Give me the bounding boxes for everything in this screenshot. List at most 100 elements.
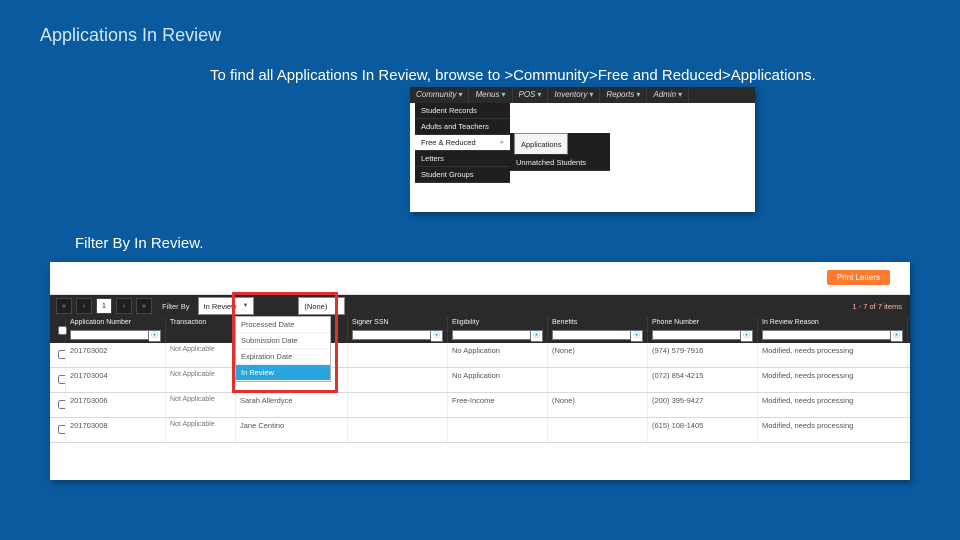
filter-by-dropdown: Processed Date Submission Date Expiratio… [235, 316, 331, 382]
filter-input[interactable] [762, 330, 891, 340]
table-row: 201703006Not ApplicableSarah Allerdyce Fr… [50, 393, 910, 418]
col-checkbox [50, 317, 66, 343]
fly-item-applications[interactable]: Applications [514, 133, 568, 155]
cell-reason: Modified, needs processing [758, 368, 908, 392]
item-count: 1 - 7 of 7 items [852, 302, 902, 311]
grid-screenshot: Print Letters « ‹ 1 › » Filter By In Rev… [50, 262, 910, 480]
row-checkbox[interactable] [58, 425, 66, 434]
filter-input[interactable] [70, 330, 149, 340]
community-dropdown: Student Records Adults and Teachers Free… [415, 103, 510, 183]
instruction-text: To find all Applications In Review, brow… [210, 67, 816, 84]
cell-transaction: Not Applicable [166, 343, 236, 367]
cell-benefits: (None) [548, 343, 648, 367]
cell-signer-ssn [348, 368, 448, 392]
page-last-button[interactable]: » [136, 298, 152, 314]
cell-phone: (615) 108-1405 [648, 418, 758, 442]
page-title: Applications In Review [40, 25, 221, 46]
nav-item-reports[interactable]: Reports▾ [600, 87, 647, 103]
nav-item-menus[interactable]: Menus▾ [469, 87, 512, 103]
filter-icon[interactable]: ⦿ [531, 330, 543, 342]
cell-signer-name: Sarah Allerdyce [236, 393, 348, 417]
col-benefits: Benefits⦿ [548, 317, 648, 343]
top-nav: Community▾ Menus▾ POS▾ Inventory▾ Report… [410, 87, 755, 103]
drop-item[interactable]: Student Records [415, 103, 510, 119]
grid-header: Application Number⦿ Transaction Signer N… [50, 317, 910, 343]
col-eligibility: Eligibility⦿ [448, 317, 548, 343]
cell-transaction: Not Applicable [166, 418, 236, 442]
table-row: 201703004Not ApplicableCarina CharlesNo … [50, 368, 910, 393]
drop-item-free-reduced[interactable]: Free & Reduced▸ [415, 135, 510, 151]
table-row: 201703002Not Applicable No Application(No… [50, 343, 910, 368]
page-next-button[interactable]: › [116, 298, 132, 314]
nav-item-admin[interactable]: Admin▾ [647, 87, 689, 103]
col-app-number: Application Number⦿ [66, 317, 166, 343]
page-first-button[interactable]: « [56, 298, 72, 314]
filter-icon[interactable]: ⦿ [891, 330, 903, 342]
nav-item-inventory[interactable]: Inventory▾ [548, 87, 600, 103]
chevron-right-icon: ▸ [500, 138, 504, 146]
cell-eligibility: No Application [448, 368, 548, 392]
fly-item-unmatched[interactable]: Unmatched Students [510, 155, 610, 171]
cell-transaction: Not Applicable [166, 393, 236, 417]
page-current[interactable]: 1 [96, 298, 112, 314]
cell-app-number: 201703008 [66, 418, 166, 442]
dd-option-in-review[interactable]: In Review [236, 365, 330, 381]
drop-item[interactable]: Student Groups [415, 167, 510, 183]
dd-option[interactable]: Expiration Date [236, 349, 330, 365]
cell-reason: Modified, needs processing [758, 418, 908, 442]
filter-bar: « ‹ 1 › » Filter By In Review▼ (None)▼ 1… [50, 295, 910, 317]
cell-phone: (200) 395-9427 [648, 393, 758, 417]
cell-signer-ssn [348, 393, 448, 417]
filter-icon[interactable]: ⦿ [741, 330, 753, 342]
cell-phone: (974) 579-7916 [648, 343, 758, 367]
grid-rows: 201703002Not ApplicableNo Application(No… [50, 343, 910, 443]
filter-icon[interactable]: ⦿ [149, 330, 161, 342]
cell-app-number: 201703006 [66, 393, 166, 417]
filter-by-select[interactable]: In Review▼ [198, 297, 255, 315]
col-signer-ssn: Signer SSN⦿ [348, 317, 448, 343]
cell-eligibility: No Application [448, 343, 548, 367]
row-checkbox[interactable] [58, 400, 66, 409]
nav-item-pos[interactable]: POS▾ [513, 87, 549, 103]
col-reason: In Review Reason⦿ [758, 317, 908, 343]
filter-input[interactable] [352, 330, 431, 340]
cell-eligibility [448, 418, 548, 442]
col-phone: Phone Number⦿ [648, 317, 758, 343]
dd-option[interactable]: Submission Date [236, 333, 330, 349]
row-checkbox[interactable] [58, 350, 66, 359]
table-row: 201703008Not ApplicableJane Centino (615)… [50, 418, 910, 443]
chevron-down-icon: ▼ [242, 303, 248, 309]
filter-icon[interactable]: ⦿ [431, 330, 443, 342]
cell-benefits [548, 368, 648, 392]
filter-by-label: Filter By [162, 302, 190, 311]
cell-benefits [548, 418, 648, 442]
cell-reason: Modified, needs processing [758, 343, 908, 367]
nav-item-community[interactable]: Community▾ [410, 87, 469, 103]
grid-topbar: Print Letters [50, 262, 910, 295]
cell-signer-ssn [348, 343, 448, 367]
cell-app-number: 201703004 [66, 368, 166, 392]
cell-app-number: 201703002 [66, 343, 166, 367]
cell-reason: Modified, needs processing [758, 393, 908, 417]
cell-transaction: Not Applicable [166, 368, 236, 392]
dd-option[interactable]: Processed Date [236, 317, 330, 333]
cell-signer-name: Jane Centino [236, 418, 348, 442]
nav-screenshot: Community▾ Menus▾ POS▾ Inventory▾ Report… [410, 87, 755, 212]
filter-icon[interactable]: ⦿ [631, 330, 643, 342]
print-letters-button[interactable]: Print Letters [827, 270, 890, 285]
row-checkbox[interactable] [58, 375, 66, 384]
col-transaction: Transaction [166, 317, 236, 343]
filter-input[interactable] [552, 330, 631, 340]
drop-item[interactable]: Adults and Teachers [415, 119, 510, 135]
page-prev-button[interactable]: ‹ [76, 298, 92, 314]
cell-phone: (072) 854-4215 [648, 368, 758, 392]
chevron-down-icon: ▼ [333, 303, 339, 309]
subheading: Filter By In Review. [75, 235, 203, 252]
filter-input[interactable] [652, 330, 741, 340]
secondary-select[interactable]: (None)▼ [298, 297, 345, 315]
cell-eligibility: Free-Income [448, 393, 548, 417]
filter-input[interactable] [452, 330, 531, 340]
cell-signer-ssn [348, 418, 448, 442]
drop-item[interactable]: Letters [415, 151, 510, 167]
free-reduced-flyout: Applications Unmatched Students [510, 133, 610, 171]
